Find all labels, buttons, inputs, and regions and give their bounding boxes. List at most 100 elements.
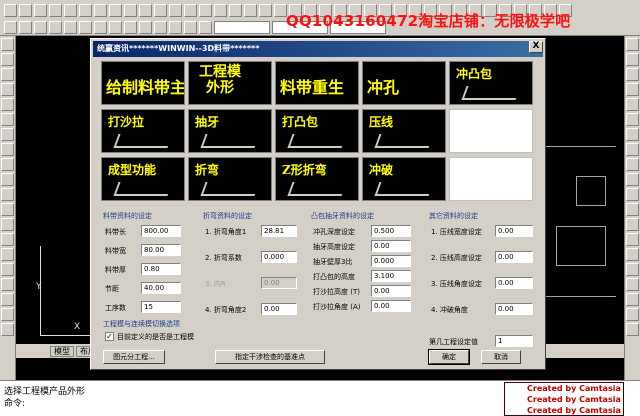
field-input[interactable]: 0.00 [495, 277, 533, 289]
toolbar-button[interactable] [244, 3, 257, 17]
layer-dropdown[interactable] [214, 20, 270, 34]
tool-button[interactable] [1, 143, 14, 156]
tool-button[interactable] [1, 83, 14, 96]
field-input[interactable]: 0.00 [495, 225, 533, 237]
tool-button[interactable] [626, 248, 639, 261]
tool-button[interactable] [626, 173, 639, 186]
function-tile[interactable]: 成型功能 [101, 157, 185, 201]
toolbar-button[interactable] [169, 3, 182, 17]
divide-stations-button[interactable]: 图元分工程... [103, 350, 165, 364]
tool-button[interactable] [1, 98, 14, 111]
toolbar-button[interactable] [184, 20, 197, 34]
field-input[interactable]: 40.00 [141, 282, 181, 294]
tool-button[interactable] [1, 188, 14, 201]
toolbar-button[interactable] [19, 20, 32, 34]
tool-button[interactable] [626, 218, 639, 231]
field-input[interactable]: 0.80 [141, 263, 181, 275]
field-input[interactable]: 28.81 [261, 225, 297, 237]
tool-button[interactable] [1, 158, 14, 171]
field-input[interactable]: 0.00 [495, 303, 533, 315]
tool-button[interactable] [1, 38, 14, 51]
field-input[interactable]: 80.00 [141, 244, 181, 256]
tool-button[interactable] [1, 128, 14, 141]
field-input[interactable]: 3.100 [371, 270, 411, 282]
toolbar-button[interactable] [259, 3, 272, 17]
tool-button[interactable] [1, 233, 14, 246]
toolbar-button[interactable] [49, 3, 62, 17]
function-tile[interactable]: Z形折弯 [275, 157, 359, 201]
tool-button[interactable] [626, 278, 639, 291]
close-button[interactable]: X [529, 41, 543, 53]
tool-button[interactable] [1, 53, 14, 66]
tool-button[interactable] [1, 113, 14, 126]
field-input[interactable]: 0.00 [371, 240, 411, 252]
datum-point-button[interactable]: 指定干涉检查的基准点 [215, 350, 325, 364]
toolbar-button[interactable] [79, 3, 92, 17]
field-input[interactable]: 800.00 [141, 225, 181, 237]
toolbar-button[interactable] [49, 20, 62, 34]
tool-button[interactable] [1, 68, 14, 81]
function-tile[interactable]: 打凸包 [275, 109, 359, 153]
toolbar-button[interactable] [169, 20, 182, 34]
toolbar-button[interactable] [214, 3, 227, 17]
tool-button[interactable] [1, 263, 14, 276]
field-input[interactable]: 0.00 [261, 303, 297, 315]
field-input[interactable]: 0.000 [371, 255, 411, 267]
tool-button[interactable] [1, 308, 14, 321]
tool-button[interactable] [626, 98, 639, 111]
tool-button[interactable] [626, 128, 639, 141]
function-tile[interactable]: 冲破 [362, 157, 446, 201]
toolbar-button[interactable] [34, 3, 47, 17]
toolbar-button[interactable] [124, 3, 137, 17]
tool-button[interactable] [1, 293, 14, 306]
tool-button[interactable] [626, 263, 639, 276]
toolbar-button[interactable] [109, 20, 122, 34]
field-input[interactable]: 0.00 [371, 300, 411, 312]
engineering-mold-checkbox[interactable]: ✓ [105, 332, 114, 341]
toolbar-button[interactable] [154, 3, 167, 17]
function-tile[interactable]: 冲孔 [362, 61, 446, 105]
toolbar-button[interactable] [184, 3, 197, 17]
field-input[interactable]: 0.000 [261, 251, 297, 263]
toolbar-button[interactable] [124, 20, 137, 34]
toolbar-button[interactable] [19, 3, 32, 17]
toolbar-button[interactable] [94, 20, 107, 34]
function-tile[interactable]: 打沙拉 [101, 109, 185, 153]
function-tile[interactable] [449, 109, 533, 153]
toolbar-button[interactable] [139, 3, 152, 17]
toolbar-button[interactable] [4, 3, 17, 17]
dialog-titlebar[interactable]: 统赢资讯*******WINWIN--3D料带******* [93, 41, 543, 57]
function-tile[interactable]: 抽牙 [188, 109, 272, 153]
field-input[interactable]: 0.00 [371, 285, 411, 297]
tool-button[interactable] [626, 38, 639, 51]
tool-button[interactable] [626, 293, 639, 306]
toolbar-button[interactable] [109, 3, 122, 17]
tool-button[interactable] [1, 248, 14, 261]
function-tile[interactable]: 折弯 [188, 157, 272, 201]
tool-button[interactable] [626, 158, 639, 171]
tool-button[interactable] [626, 203, 639, 216]
toolbar-button[interactable] [199, 20, 212, 34]
function-tile[interactable]: 工程模 外形 [188, 61, 272, 105]
tool-button[interactable] [1, 203, 14, 216]
field-input[interactable]: 0.500 [371, 225, 411, 237]
tool-button[interactable] [1, 278, 14, 291]
tool-button[interactable] [626, 113, 639, 126]
function-tile[interactable] [449, 157, 533, 201]
ok-button[interactable]: 确定 [428, 349, 470, 365]
toolbar-button[interactable] [4, 20, 17, 34]
toolbar-button[interactable] [79, 20, 92, 34]
toolbar-button[interactable] [154, 20, 167, 34]
tool-button[interactable] [626, 143, 639, 156]
function-tile[interactable]: 给制料带主体 [101, 61, 185, 105]
toolbar-button[interactable] [229, 3, 242, 17]
tab-model[interactable]: 模型 [50, 345, 74, 357]
toolbar-button[interactable] [139, 20, 152, 34]
tool-button[interactable] [1, 323, 14, 336]
function-tile[interactable]: 压线 [362, 109, 446, 153]
tool-button[interactable] [1, 218, 14, 231]
station-input[interactable]: 1 [495, 335, 533, 347]
tool-button[interactable] [626, 83, 639, 96]
function-tile[interactable]: 冲凸包 [449, 61, 533, 105]
toolbar-button[interactable] [34, 20, 47, 34]
